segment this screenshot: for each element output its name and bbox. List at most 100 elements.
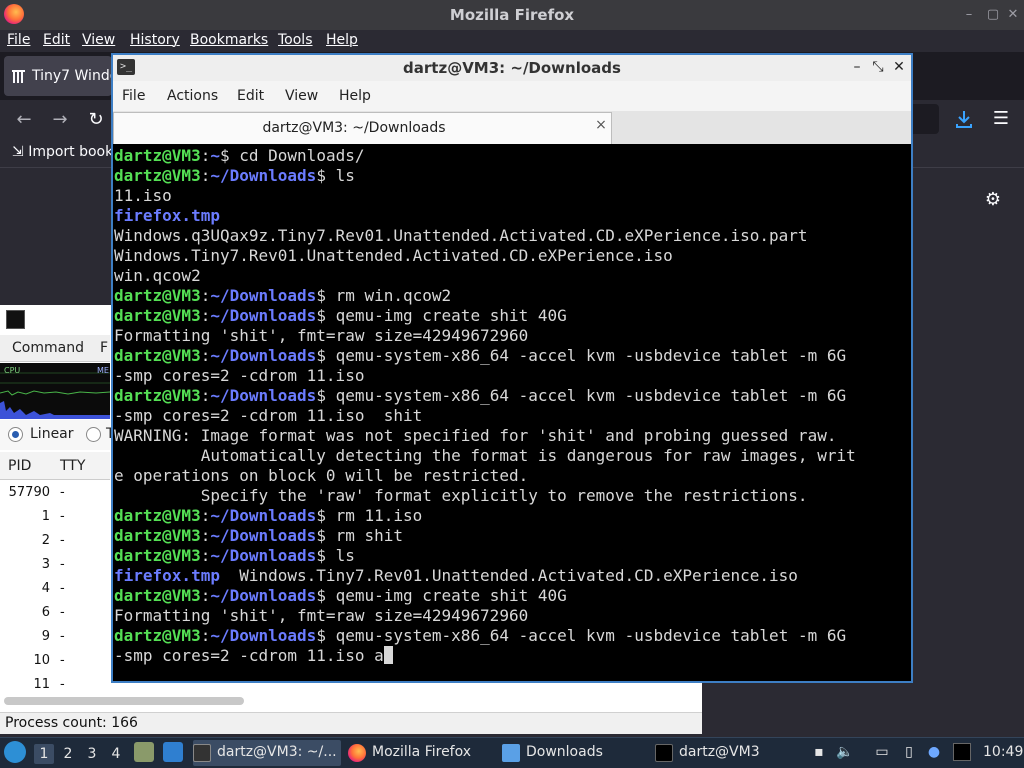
url-bar[interactable]	[913, 104, 939, 134]
terminal-line: Formatting 'shit', fmt=raw size=42949672…	[114, 326, 856, 346]
term-menu-view[interactable]: View	[285, 88, 318, 104]
col-tty[interactable]: TTY	[60, 458, 85, 474]
prompt-path: ~/Downloads	[210, 626, 317, 645]
tray-arrow-icon[interactable]: ▪	[810, 743, 828, 761]
workspace-3[interactable]: 3	[82, 744, 102, 764]
download-icon[interactable]	[953, 108, 975, 130]
update-icon[interactable]: ●	[925, 743, 943, 761]
terminal-text: $ ls	[316, 546, 355, 565]
table-row[interactable]: 1-	[0, 505, 110, 529]
pid-cell: 3	[41, 557, 50, 572]
terminal-screen[interactable]: dartz@VM3:~$ cd Downloads/dartz@VM3:~/Do…	[113, 144, 911, 681]
tab-close-icon[interactable]: ×	[592, 117, 610, 137]
task-downloads[interactable]: Downloads	[502, 740, 652, 766]
start-menu-icon[interactable]	[4, 741, 26, 763]
desktop-launcher-icon[interactable]	[163, 742, 183, 762]
ff-menu-bookmarks[interactable]: Bookmarks	[190, 32, 268, 48]
table-row[interactable]: 6-	[0, 601, 110, 625]
file-manager-launcher-icon[interactable]	[134, 742, 154, 762]
hamburger-menu-icon[interactable]: ☰	[990, 108, 1012, 130]
task-terminal[interactable]: dartz@VM3: ~/...	[193, 740, 341, 766]
minimize-icon[interactable]: –	[960, 6, 978, 24]
prompt-user: dartz@VM3	[114, 526, 201, 545]
reload-icon[interactable]: ↻	[86, 110, 106, 130]
term-menu-actions[interactable]: Actions	[167, 88, 218, 104]
folder-icon	[502, 744, 520, 762]
maximize-icon[interactable]: ▢	[984, 6, 1002, 24]
terminal-line: WARNING: Image format was not specified …	[114, 426, 856, 446]
clock[interactable]: 10:49	[983, 744, 1023, 760]
pid-cell: 9	[41, 629, 50, 644]
workspace-1[interactable]: 1	[34, 744, 54, 764]
network-icon[interactable]: ▭	[873, 743, 891, 761]
table-row[interactable]: 10-	[0, 649, 110, 673]
back-arrow-icon[interactable]: ←	[14, 110, 34, 130]
pid-cell: 4	[41, 581, 50, 596]
ff-menu-file[interactable]: File	[7, 32, 30, 48]
other-radio[interactable]	[86, 427, 101, 442]
prompt-path: ~/Downloads	[210, 546, 317, 565]
clipboard-icon[interactable]: ▯	[900, 743, 918, 761]
gear-icon[interactable]: ⚙	[983, 190, 1003, 210]
tty-cell: -	[60, 629, 65, 644]
terminal-text: $ qemu-system-x86_64 -accel kvm -usbdevi…	[316, 626, 847, 645]
import-bookmarks-button[interactable]: ⇲ Import book	[12, 144, 113, 160]
term-menu-edit[interactable]: Edit	[237, 88, 264, 104]
table-row[interactable]: 2-	[0, 529, 110, 553]
terminal-titlebar[interactable]: dartz@VM3: ~/Downloads	[113, 55, 911, 81]
close-icon[interactable]: ✕	[1004, 6, 1022, 24]
pid-cell: 1	[41, 509, 50, 524]
table-row[interactable]: 3-	[0, 553, 110, 577]
maximize-icon[interactable]: ⤡	[869, 58, 887, 76]
cpu-label: CPU	[4, 366, 21, 375]
table-row[interactable]: 11-	[0, 673, 110, 691]
task-firefox[interactable]: Mozilla Firefox	[348, 740, 498, 766]
terminal-text: :	[200, 526, 211, 545]
task-black-window[interactable]: dartz@VM3	[655, 740, 805, 766]
ff-menu-view[interactable]: View	[82, 32, 115, 48]
close-icon[interactable]: ✕	[890, 58, 908, 76]
tab-f[interactable]: F	[100, 340, 108, 356]
terminal-icon: >_	[117, 59, 135, 75]
workspace-4[interactable]: 4	[106, 744, 126, 764]
terminal-line: 11.iso	[114, 186, 856, 206]
ff-menu-help[interactable]: Help	[326, 32, 358, 48]
process-table-header: PID TTY	[0, 452, 110, 480]
tty-cell: -	[60, 653, 65, 668]
workspace-2[interactable]: 2	[58, 744, 78, 764]
task-manager-icon	[6, 310, 25, 329]
terminal-line: dartz@VM3:~/Downloads$ ls	[114, 546, 856, 566]
table-row[interactable]: 57790-	[0, 481, 110, 505]
tray-window-icon[interactable]	[953, 743, 971, 761]
terminal-tab[interactable]: dartz@VM3: ~/Downloads ×	[113, 112, 612, 144]
process-table: 57790- 1- 2- 3- 4- 6- 9- 10- 11-	[0, 481, 110, 691]
task-downloads-label: Downloads	[526, 744, 603, 760]
ff-menu-edit[interactable]: Edit	[43, 32, 70, 48]
table-row[interactable]: 4-	[0, 577, 110, 601]
terminal-text: Specify the 'raw' format explicitly to r…	[114, 486, 808, 505]
tty-cell: -	[60, 581, 65, 596]
task-firefox-label: Mozilla Firefox	[372, 744, 472, 760]
terminal-text: Windows.Tiny7.Rev01.Unattended.Activated…	[219, 566, 798, 585]
table-row[interactable]: 9-	[0, 625, 110, 649]
forward-arrow-icon[interactable]: →	[50, 110, 70, 130]
term-menu-help[interactable]: Help	[339, 88, 371, 104]
ff-menu-history[interactable]: History	[130, 32, 180, 48]
terminal-line: Windows.q3UQax9z.Tiny7.Rev01.Unattended.…	[114, 226, 856, 246]
ff-menu-tools[interactable]: Tools	[278, 32, 313, 48]
term-menu-file[interactable]: File	[122, 88, 145, 104]
terminal-line: Formatting 'shit', fmt=raw size=42949672…	[114, 606, 856, 626]
linear-radio[interactable]	[8, 427, 23, 442]
col-pid[interactable]: PID	[8, 458, 31, 474]
minimize-icon[interactable]: –	[848, 58, 866, 76]
horizontal-scrollbar[interactable]	[4, 697, 244, 705]
tab-command[interactable]: Command	[12, 340, 84, 356]
tty-cell: -	[60, 533, 65, 548]
terminal-text: 11.iso	[114, 186, 172, 205]
terminal-text: :	[200, 506, 211, 525]
firefox-tab[interactable]: Tiny7 Windo	[4, 56, 118, 96]
volume-icon[interactable]: 🔈	[836, 743, 854, 761]
terminal-line: dartz@VM3:~/Downloads$ qemu-system-x86_6…	[114, 346, 856, 366]
scale-radio-group: Linear T	[0, 420, 115, 450]
prompt-user: dartz@VM3	[114, 146, 201, 165]
